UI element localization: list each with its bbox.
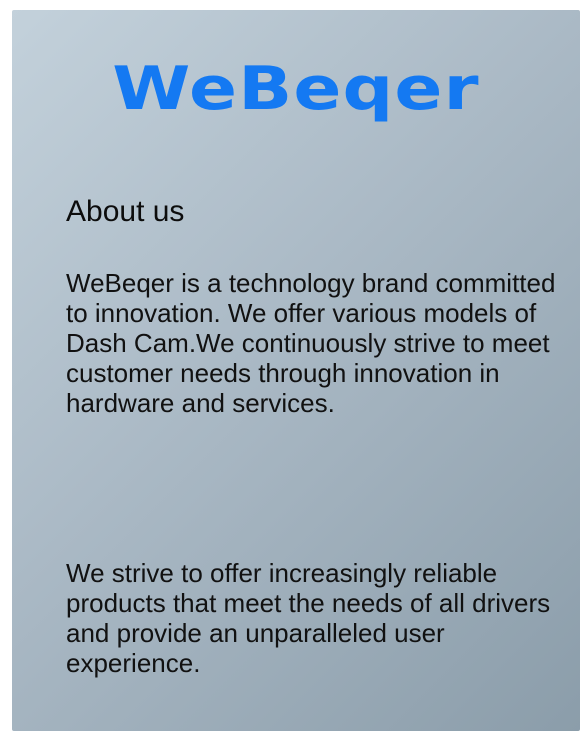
- about-paragraph-2: We strive to offer increasingly reliable…: [66, 558, 551, 678]
- about-heading: About us: [66, 195, 185, 228]
- about-paragraph-1: WeBeqer is a technology brand committed …: [66, 268, 556, 418]
- about-card: WeBeqer About us WeBeqer is a technology…: [12, 10, 580, 731]
- brand-logo: WeBeqer: [112, 54, 480, 124]
